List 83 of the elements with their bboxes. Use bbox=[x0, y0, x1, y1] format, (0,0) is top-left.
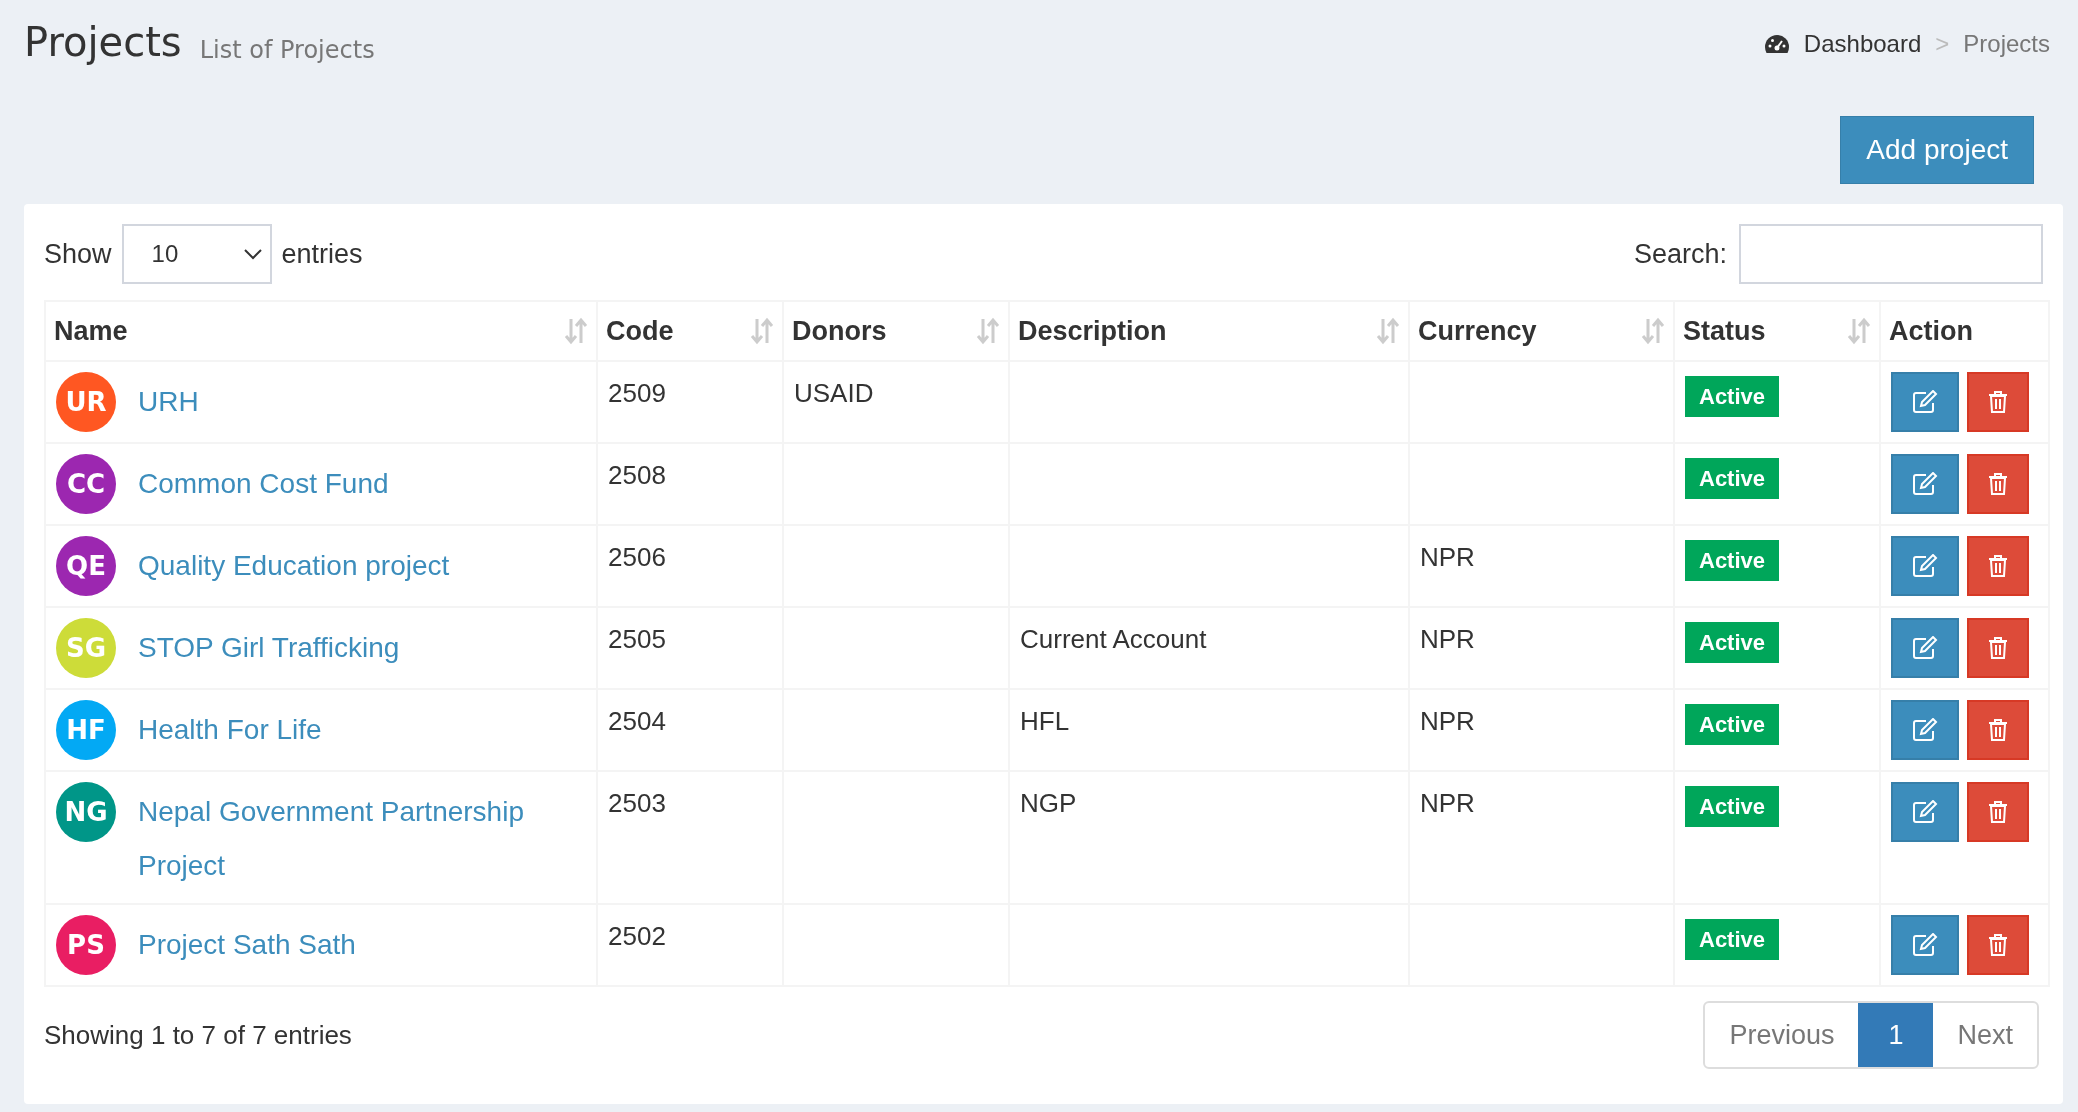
delete-button[interactable] bbox=[1967, 618, 2029, 678]
search-field[interactable] bbox=[1739, 224, 2043, 284]
table-cell: Current Account bbox=[1020, 624, 1207, 654]
edit-button[interactable] bbox=[1891, 700, 1959, 760]
table-cell: NPR bbox=[1420, 706, 1475, 736]
delete-button[interactable] bbox=[1967, 454, 2029, 514]
page-subtitle: List of Projects bbox=[199, 35, 375, 66]
edit-button[interactable] bbox=[1891, 915, 1959, 975]
table-cell: HFL bbox=[1020, 706, 1070, 736]
project-link[interactable]: Project Sath Sath bbox=[138, 915, 356, 972]
avatar: SG bbox=[56, 618, 116, 678]
project-link[interactable]: STOP Girl Trafficking bbox=[138, 618, 400, 675]
avatar: CC bbox=[56, 454, 116, 514]
table-cell: 2508 bbox=[608, 460, 666, 490]
breadcrumb-link[interactable]: Dashboard bbox=[1803, 26, 1922, 62]
avatar: QE bbox=[56, 536, 116, 596]
status-badge: Active bbox=[1685, 622, 1780, 663]
trash-icon bbox=[1988, 473, 2008, 495]
table-cell: USAID bbox=[794, 378, 874, 408]
trash-icon bbox=[1988, 391, 2008, 413]
previous-button[interactable]: Previous bbox=[1705, 1003, 1859, 1067]
table-cell: 2509 bbox=[608, 378, 666, 408]
project-link[interactable]: Health For Life bbox=[138, 700, 322, 757]
delete-button[interactable] bbox=[1967, 700, 2029, 760]
edit-button[interactable] bbox=[1891, 536, 1959, 596]
table-cell: NPR bbox=[1420, 788, 1475, 818]
status-badge: Active bbox=[1685, 376, 1780, 417]
chevron-down-icon bbox=[243, 248, 262, 260]
delete-button[interactable] bbox=[1967, 372, 2029, 432]
edit-icon bbox=[1912, 636, 1938, 660]
table-info-text: Showing 1 to 7 of 7 entries bbox=[44, 1018, 352, 1052]
column-header: Action bbox=[1889, 314, 1973, 348]
trash-icon bbox=[1988, 801, 2008, 823]
project-link[interactable]: Common Cost Fund bbox=[138, 454, 389, 511]
status-badge: Active bbox=[1685, 786, 1780, 827]
project-link[interactable]: URH bbox=[138, 372, 199, 429]
page-length-select[interactable]: 10 bbox=[121, 224, 272, 284]
project-link[interactable]: Quality Education project bbox=[138, 536, 450, 593]
table-cell: 2504 bbox=[608, 706, 666, 736]
edit-icon bbox=[1912, 718, 1938, 742]
table-cell: NGP bbox=[1020, 788, 1077, 818]
avatar: NG bbox=[56, 782, 116, 842]
status-badge: Active bbox=[1685, 540, 1780, 581]
delete-button[interactable] bbox=[1967, 915, 2029, 975]
table-cell: NPR bbox=[1420, 542, 1475, 572]
table-cell: 2506 bbox=[608, 542, 666, 572]
search-label: Search: bbox=[1633, 237, 1727, 271]
edit-button[interactable] bbox=[1891, 454, 1959, 514]
edit-button[interactable] bbox=[1891, 618, 1959, 678]
trash-icon bbox=[1988, 555, 2008, 577]
add-project-button[interactable]: Add project bbox=[1840, 116, 2034, 184]
delete-button[interactable] bbox=[1967, 536, 2029, 596]
next-button[interactable]: Next bbox=[1933, 1003, 2037, 1067]
status-badge: Active bbox=[1685, 919, 1780, 960]
trash-icon bbox=[1988, 934, 2008, 956]
status-badge: Active bbox=[1685, 704, 1780, 745]
show-label: Show bbox=[44, 237, 112, 271]
status-badge: Active bbox=[1685, 458, 1780, 499]
edit-button[interactable] bbox=[1891, 782, 1959, 842]
page-button[interactable]: 1 bbox=[1858, 1003, 1934, 1067]
trash-icon bbox=[1988, 719, 2008, 741]
table-cell: 2505 bbox=[608, 624, 666, 654]
table-cell: 2502 bbox=[608, 921, 666, 951]
column-header[interactable]: Name bbox=[54, 310, 128, 352]
edit-icon bbox=[1912, 390, 1938, 414]
edit-icon bbox=[1912, 800, 1938, 824]
delete-button[interactable] bbox=[1967, 782, 2029, 842]
project-link[interactable]: Nepal Government Partnership Project bbox=[138, 782, 586, 893]
edit-icon bbox=[1912, 933, 1938, 957]
table-cell: 2503 bbox=[608, 788, 666, 818]
edit-button[interactable] bbox=[1891, 372, 1959, 432]
breadcrumb-current: Projects bbox=[1963, 29, 2050, 59]
breadcrumb-separator: > bbox=[1935, 29, 1950, 59]
avatar: PS bbox=[56, 915, 116, 975]
trash-icon bbox=[1988, 637, 2008, 659]
entries-label: entries bbox=[281, 237, 363, 271]
dashboard-gauge-icon bbox=[1763, 33, 1790, 55]
edit-icon bbox=[1912, 472, 1938, 496]
avatar: HF bbox=[56, 700, 116, 760]
table-cell: NPR bbox=[1420, 624, 1475, 654]
edit-icon bbox=[1912, 554, 1938, 578]
page-title: Projects bbox=[24, 18, 182, 67]
avatar: UR bbox=[56, 372, 116, 432]
